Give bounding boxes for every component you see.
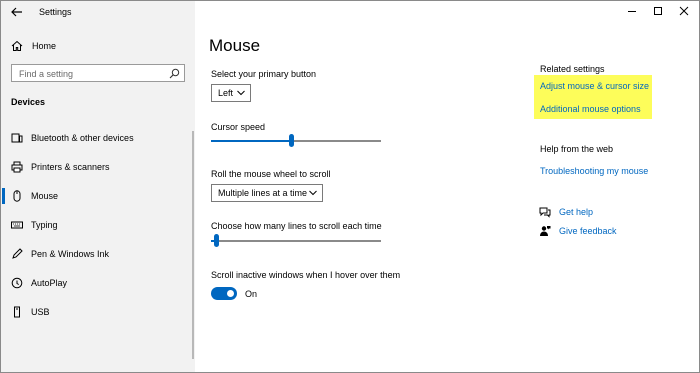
sidebar-item-label: Mouse [31, 191, 59, 201]
maximize-icon[interactable] [650, 4, 666, 18]
scroll-mode-label: Roll the mouse wheel to scroll [211, 169, 331, 179]
related-settings-heading: Related settings [540, 64, 605, 74]
sidebar-item-autoplay[interactable]: AutoPlay [1, 273, 191, 293]
adjust-mouse-cursor-size-link[interactable]: Adjust mouse & cursor size [540, 81, 649, 91]
sidebar-item-label: Typing [31, 220, 58, 230]
sidebar-item-pen[interactable]: Pen & Windows Ink [1, 244, 191, 264]
sidebar-item-label: Bluetooth & other devices [31, 133, 134, 143]
bluetooth-devices-icon [11, 133, 23, 143]
inactive-scroll-state: On [245, 289, 258, 299]
home-icon [11, 40, 23, 51]
sidebar-item-mouse[interactable]: Mouse [1, 186, 191, 206]
get-help-icon [539, 207, 551, 218]
chevron-down-icon [309, 190, 317, 196]
troubleshooting-link[interactable]: Troubleshooting my mouse [540, 166, 648, 176]
search-input[interactable]: Find a setting [11, 64, 185, 82]
app-title: Settings [39, 7, 72, 17]
cursor-speed-thumb[interactable] [288, 134, 294, 147]
autoplay-icon [11, 277, 23, 289]
sidebar-item-label: USB [31, 307, 50, 317]
sidebar-scrollbar[interactable] [192, 131, 194, 359]
section-title: Devices [11, 97, 46, 107]
pen-icon [12, 248, 23, 259]
active-indicator [2, 188, 5, 204]
back-arrow-icon[interactable] [10, 5, 24, 19]
page-title: Mouse [209, 36, 261, 55]
lines-to-scroll-track [211, 240, 381, 242]
sidebar: Settings Home Find a setting Devices Blu… [1, 1, 195, 372]
cursor-speed-label: Cursor speed [211, 122, 266, 132]
sidebar-item-label: Pen & Windows Ink [31, 249, 110, 259]
search-icon[interactable] [169, 68, 180, 79]
minimize-icon[interactable] [624, 4, 640, 18]
get-help-link[interactable]: Get help [559, 207, 593, 217]
printer-icon [11, 161, 23, 173]
keyboard-icon [11, 221, 23, 229]
settings-window: Settings Home Find a setting Devices Blu… [0, 0, 700, 373]
primary-button-value: Left [218, 88, 234, 98]
sidebar-item-printers[interactable]: Printers & scanners [1, 157, 191, 177]
sidebar-item-bluetooth[interactable]: Bluetooth & other devices [1, 128, 191, 148]
sidebar-item-usb[interactable]: USB [1, 302, 191, 322]
scroll-mode-value: Multiple lines at a time [218, 188, 308, 198]
sidebar-item-typing[interactable]: Typing [1, 215, 191, 235]
home-label: Home [32, 41, 57, 51]
chevron-down-icon [237, 90, 245, 96]
give-feedback-icon [540, 226, 551, 236]
primary-button-label: Select your primary button [211, 69, 317, 79]
inactive-scroll-toggle[interactable] [211, 287, 237, 300]
scroll-mode-dropdown[interactable]: Multiple lines at a time [211, 184, 323, 202]
mouse-icon [13, 190, 21, 202]
primary-button-dropdown[interactable]: Left [211, 84, 251, 102]
usb-icon [14, 306, 20, 318]
lines-to-scroll-thumb[interactable] [214, 234, 220, 247]
additional-mouse-options-link[interactable]: Additional mouse options [540, 104, 641, 114]
toggle-knob [227, 290, 234, 297]
inactive-scroll-label: Scroll inactive windows when I hover ove… [211, 270, 401, 280]
home-link[interactable]: Home [11, 39, 56, 53]
give-feedback-link[interactable]: Give feedback [559, 226, 617, 236]
close-icon[interactable] [676, 4, 692, 18]
sidebar-item-label: AutoPlay [31, 278, 68, 288]
sidebar-item-label: Printers & scanners [31, 162, 110, 172]
cursor-speed-fill [211, 140, 291, 142]
search-placeholder: Find a setting [19, 69, 74, 79]
help-heading: Help from the web [540, 144, 614, 154]
lines-to-scroll-label: Choose how many lines to scroll each tim… [211, 221, 382, 231]
